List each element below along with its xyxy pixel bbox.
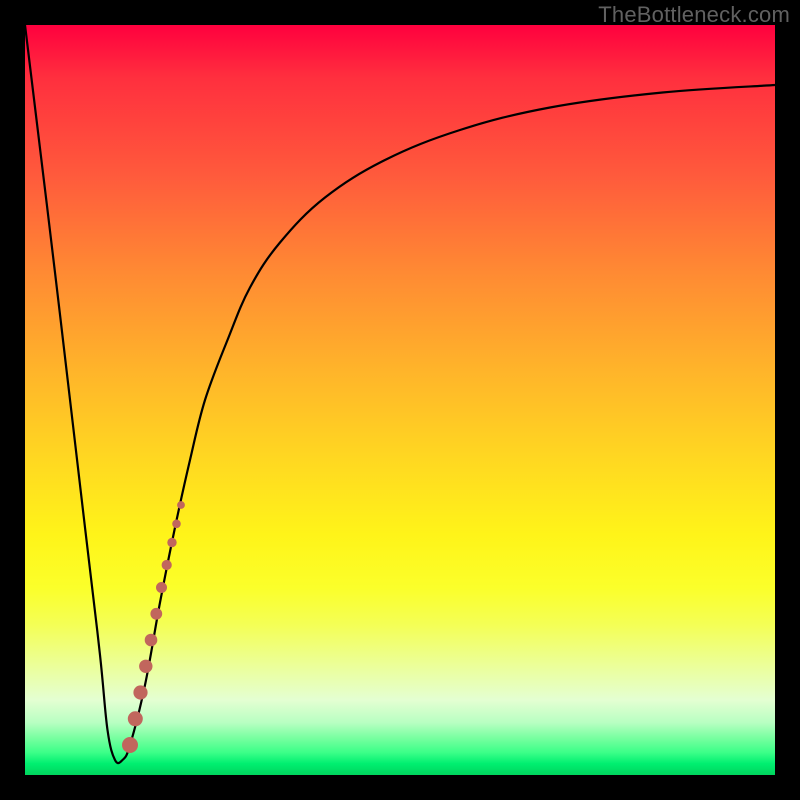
highlight-dot: [157, 583, 167, 593]
highlight-dot: [173, 520, 181, 528]
watermark-text: TheBottleneck.com: [598, 2, 790, 28]
highlight-dot: [123, 738, 138, 753]
highlight-dot: [145, 634, 157, 646]
highlight-dot: [178, 502, 185, 509]
chart-frame: TheBottleneck.com: [0, 0, 800, 800]
highlight-dot: [140, 660, 152, 672]
highlight-dot: [151, 608, 162, 619]
highlight-dots: [123, 502, 185, 753]
plot-area: [25, 25, 775, 775]
curve-layer: [25, 25, 775, 775]
highlight-dot: [128, 712, 142, 726]
highlight-dot: [134, 686, 147, 699]
bottleneck-curve: [25, 25, 775, 763]
highlight-dot: [168, 538, 176, 546]
highlight-dot: [162, 560, 171, 569]
